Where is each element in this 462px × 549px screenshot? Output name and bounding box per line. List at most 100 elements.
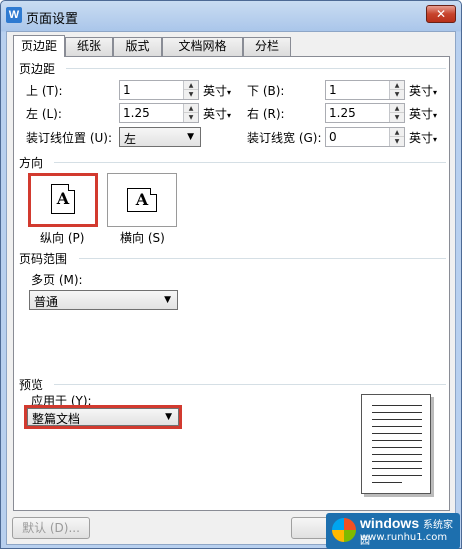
gutter-width-unit: 英寸 <box>409 131 434 145</box>
gutter-position-value: 左 <box>124 132 137 146</box>
gutter-width-value: 0 <box>329 130 337 144</box>
gutter-position-select[interactable]: 左 ▼ <box>119 127 201 147</box>
preview-section-label: 预览 <box>19 378 44 392</box>
site-watermark: windows 系统家园 www.runhu1.com <box>326 513 460 549</box>
tab-panel-margins: 页边距 上 (T): 1 ▲ ▼ 英寸▾ 下 (B): 1 ▲ ▼ 英寸▾ 左 <box>13 56 450 511</box>
spin-down-icon[interactable]: ▼ <box>390 113 404 122</box>
close-button[interactable]: ✕ <box>426 5 456 23</box>
multiple-pages-value: 普通 <box>34 295 59 309</box>
landscape-label[interactable]: 横向 (S) <box>120 229 165 246</box>
tab-columns[interactable]: 分栏 <box>243 37 291 56</box>
watermark-url: www.runhu1.com <box>360 532 448 543</box>
spin-up-icon[interactable]: ▲ <box>184 104 198 113</box>
preview-text-line <box>372 433 422 434</box>
preview-text-line <box>372 412 422 413</box>
dropdown-arrow-icon: ▼ <box>187 132 194 142</box>
caret-down-icon: ▾ <box>433 88 438 97</box>
wps-app-icon: W <box>6 7 22 23</box>
default-button[interactable]: 默认 (D)... <box>12 517 90 539</box>
spin-up-icon[interactable]: ▲ <box>184 81 198 90</box>
margins-section-label: 页边距 <box>19 62 56 76</box>
right-margin-spin-buttons[interactable]: ▲ ▼ <box>389 104 404 122</box>
tab-layout[interactable]: 版式 <box>113 37 162 56</box>
dropdown-arrow-icon: ▼ <box>164 295 171 305</box>
caret-down-icon: ▾ <box>433 111 438 120</box>
right-margin-label: 右 (R): <box>247 107 285 121</box>
preview-divider <box>54 384 446 385</box>
tab-margins[interactable]: 页边距 <box>13 35 65 57</box>
right-margin-unit: 英寸 <box>409 107 434 121</box>
spin-up-icon[interactable]: ▲ <box>390 81 404 90</box>
ok-button[interactable] <box>291 517 331 539</box>
preview-text-line <box>372 454 422 455</box>
preview-text-line <box>372 419 422 420</box>
caret-down-icon: ▾ <box>227 111 232 120</box>
preview-text-line <box>372 482 402 483</box>
bottom-margin-unit: 英寸 <box>409 84 434 98</box>
bottom-margin-value: 1 <box>329 83 337 97</box>
preview-text-line <box>372 468 422 469</box>
page-range-section-label: 页码范围 <box>19 252 68 266</box>
right-margin-spinbox[interactable]: 1.25 ▲ ▼ <box>325 103 405 123</box>
spin-up-icon[interactable]: ▲ <box>390 104 404 113</box>
top-margin-spinbox[interactable]: 1 ▲ ▼ <box>119 80 199 100</box>
preview-text-line <box>372 426 422 427</box>
spin-down-icon[interactable]: ▼ <box>390 90 404 99</box>
tab-document-grid[interactable]: 文档网格 <box>162 37 243 56</box>
apply-to-select[interactable]: 整篇文档 ▼ <box>27 408 179 426</box>
left-margin-spin-buttons[interactable]: ▲ ▼ <box>183 104 198 122</box>
left-margin-value: 1.25 <box>123 106 150 120</box>
watermark-brand-text: windows <box>360 515 420 531</box>
gutter-width-spin-buttons[interactable]: ▲ ▼ <box>389 128 404 146</box>
title-bar: W 页面设置 ✕ <box>1 1 461 31</box>
page-fold-icon <box>150 188 157 195</box>
tab-paper[interactable]: 纸张 <box>65 37 113 56</box>
orientation-divider <box>54 162 446 163</box>
page-setup-dialog: W 页面设置 ✕ 页边距 纸张 版式 文档网格 分栏 页边距 上 (T): 1 … <box>0 0 462 549</box>
preview-text-line <box>372 447 422 448</box>
left-margin-label: 左 (L): <box>26 107 62 121</box>
preview-text-line <box>372 475 422 476</box>
right-margin-unit-dropdown[interactable]: 英寸▾ <box>409 105 437 122</box>
dialog-body: 页边距 纸张 版式 文档网格 分栏 页边距 上 (T): 1 ▲ ▼ 英寸▾ 下… <box>6 31 456 545</box>
preview-text-line <box>372 461 422 462</box>
top-margin-label: 上 (T): <box>26 84 63 98</box>
top-margin-unit-dropdown[interactable]: 英寸▾ <box>203 82 231 99</box>
apply-to-value: 整篇文档 <box>32 412 81 426</box>
multiple-pages-label: 多页 (M): <box>31 273 83 287</box>
dropdown-arrow-icon: ▼ <box>165 412 172 422</box>
preview-text-line <box>372 440 422 441</box>
dialog-title: 页面设置 <box>26 12 79 27</box>
caret-down-icon: ▾ <box>433 135 438 144</box>
spin-down-icon[interactable]: ▼ <box>184 90 198 99</box>
portrait-label[interactable]: 纵向 (P) <box>40 229 84 246</box>
left-margin-spinbox[interactable]: 1.25 ▲ ▼ <box>119 103 199 123</box>
right-margin-value: 1.25 <box>329 106 356 120</box>
page-preview-thumbnail <box>361 394 431 494</box>
gutter-width-label: 装订线宽 (G): <box>247 131 322 145</box>
page-range-divider <box>79 258 446 259</box>
left-margin-unit: 英寸 <box>203 107 228 121</box>
gutter-width-unit-dropdown[interactable]: 英寸▾ <box>409 129 437 146</box>
left-margin-unit-dropdown[interactable]: 英寸▾ <box>203 105 231 122</box>
top-margin-spin-buttons[interactable]: ▲ ▼ <box>183 81 198 99</box>
multiple-pages-select[interactable]: 普通 ▼ <box>29 290 178 310</box>
bottom-margin-label: 下 (B): <box>247 84 285 98</box>
bottom-margin-spin-buttons[interactable]: ▲ ▼ <box>389 81 404 99</box>
orientation-section-label: 方向 <box>19 156 44 170</box>
spin-down-icon[interactable]: ▼ <box>184 113 198 122</box>
windows-logo-icon <box>332 518 356 542</box>
preview-text-line <box>372 405 422 406</box>
top-margin-value: 1 <box>123 83 131 97</box>
portrait-option[interactable]: A <box>28 173 98 227</box>
page-fold-icon <box>68 184 75 191</box>
bottom-margin-unit-dropdown[interactable]: 英寸▾ <box>409 82 437 99</box>
landscape-option[interactable]: A <box>107 173 177 227</box>
top-margin-unit: 英寸 <box>203 84 228 98</box>
bottom-margin-spinbox[interactable]: 1 ▲ ▼ <box>325 80 405 100</box>
gutter-position-label: 装订线位置 (U): <box>26 131 113 145</box>
spin-down-icon[interactable]: ▼ <box>390 137 404 146</box>
caret-down-icon: ▾ <box>227 88 232 97</box>
spin-up-icon[interactable]: ▲ <box>390 128 404 137</box>
gutter-width-spinbox[interactable]: 0 ▲ ▼ <box>325 127 405 147</box>
